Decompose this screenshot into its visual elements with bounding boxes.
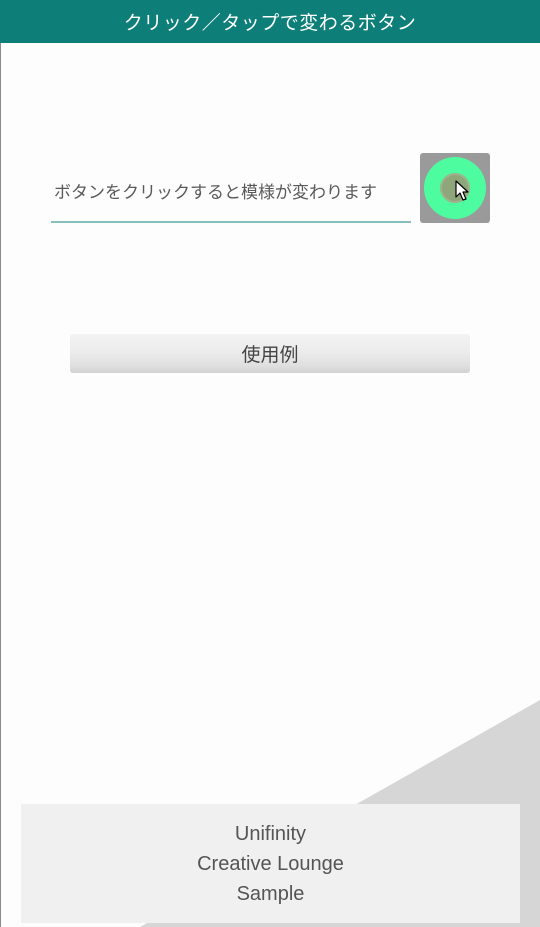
decorative-corner-triangle — [140, 700, 540, 927]
footer-line-sample: Sample — [236, 882, 305, 905]
footer-line-unifinity: Unifinity — [234, 822, 307, 845]
footer-panel: Unifinity Creative Lounge Sample — [21, 804, 520, 923]
footer-line-creative-lounge: Creative Lounge — [197, 852, 344, 875]
